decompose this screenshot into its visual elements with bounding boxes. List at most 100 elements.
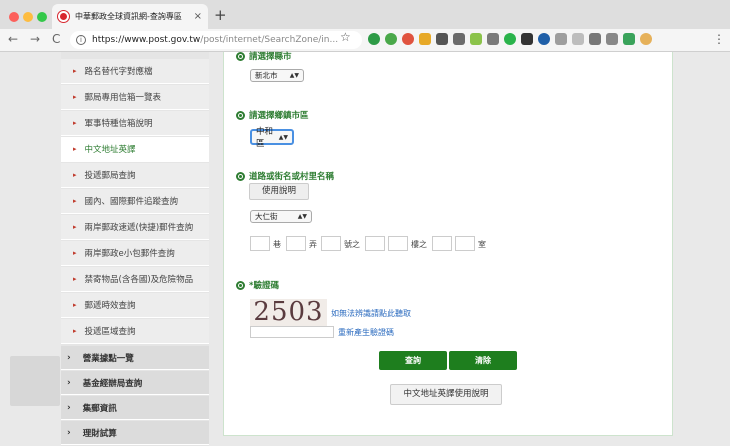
- extension-icon[interactable]: [606, 33, 618, 45]
- arrow-right-icon: ▸: [73, 223, 77, 231]
- select-caret-icon: ▲▼: [297, 213, 307, 220]
- usage-help-button[interactable]: 使用說明: [249, 183, 309, 200]
- extension-icon[interactable]: [436, 33, 448, 45]
- minimize-window-button[interactable]: [23, 12, 33, 22]
- number-label: 號之: [344, 240, 360, 249]
- captcha-heading: *驗證碼: [236, 279, 279, 291]
- clear-button[interactable]: 清除: [449, 351, 517, 370]
- sidebar-category-label: 集郵資訊: [82, 403, 117, 414]
- sidebar-item-mail-tracking[interactable]: ▸ 國內、國際郵件追蹤查詢: [61, 189, 209, 214]
- select-caret-icon: ▲▼: [278, 133, 288, 141]
- sidebar-item-po-box-list[interactable]: ▸ 郵局專用信箱一覽表: [61, 85, 209, 110]
- sidebar: ▸ 路名替代字對應檔 ▸ 郵局專用信箱一覽表 ▸ 軍事特種信箱說明 ▸ 中文地址…: [61, 52, 209, 446]
- radio-bullet-icon: [236, 171, 245, 181]
- extension-icon[interactable]: [538, 33, 550, 45]
- district-select[interactable]: 中和區 ▲▼: [250, 127, 294, 149]
- sidebar-item-delivery-office[interactable]: ▸ 投遞郵局查詢: [61, 163, 209, 188]
- extension-icon[interactable]: [589, 33, 601, 45]
- floating-accessibility-widget[interactable]: [10, 356, 60, 406]
- extension-icon[interactable]: [453, 33, 465, 45]
- radio-bullet-icon: [236, 51, 245, 61]
- floor-input[interactable]: [388, 236, 408, 251]
- radio-bullet-icon: [236, 280, 245, 290]
- city-select[interactable]: 新北市 ▲▼: [250, 69, 304, 82]
- browser-tab[interactable]: 中華郵政全球資訊網-查詢專區 ×: [52, 4, 208, 29]
- sidebar-item-delivery-area[interactable]: ▸ 投遞區域查詢: [61, 319, 209, 344]
- alley-input[interactable]: [286, 236, 306, 251]
- road-select[interactable]: 大仁街 ▲▼: [250, 210, 312, 223]
- arrow-right-icon: ▸: [73, 93, 77, 101]
- translation-guide-button[interactable]: 中文地址英譯使用說明: [390, 384, 502, 405]
- arrow-right-icon: ▸: [73, 119, 77, 127]
- extension-icon[interactable]: [623, 33, 635, 45]
- arrow-right-icon: ▸: [73, 249, 77, 257]
- sidebar-item-label: 軍事特種信箱說明: [84, 119, 153, 129]
- select-caret-icon: ▲▼: [289, 72, 299, 79]
- back-icon[interactable]: ←: [8, 32, 18, 46]
- sidebar-category-fund-offices[interactable]: › 基金經辦局查詢: [61, 371, 209, 395]
- extension-icon[interactable]: [470, 33, 482, 45]
- arrow-right-icon: ▸: [73, 301, 77, 309]
- floor-sub-input[interactable]: [432, 236, 452, 251]
- sidebar-item-address-translation[interactable]: ▸ 中文地址英譯: [61, 137, 209, 162]
- extension-icon[interactable]: [555, 33, 567, 45]
- extension-icon[interactable]: [504, 33, 516, 45]
- number-sub-input[interactable]: [365, 236, 385, 251]
- sidebar-item-label: 投遞郵局查詢: [84, 171, 136, 181]
- extension-icon[interactable]: [487, 33, 499, 45]
- search-button[interactable]: 查詢: [379, 351, 447, 370]
- sidebar-category-label: 基金經辦局查詢: [82, 378, 143, 389]
- sidebar-item-cross-strait-eparcel[interactable]: ▸ 兩岸郵政e小包郵件查詢: [61, 241, 209, 266]
- sidebar-item-label: 郵遞時效查詢: [84, 301, 136, 311]
- captcha-refresh-link[interactable]: 重新產生驗證碼: [338, 327, 394, 338]
- radio-bullet-icon: [236, 110, 245, 120]
- arrow-right-icon: ▸: [73, 171, 77, 179]
- bookmark-star-icon[interactable]: ☆: [340, 30, 351, 44]
- sidebar-item-delivery-time[interactable]: ▸ 郵遞時效查詢: [61, 293, 209, 318]
- sidebar-item-road-name-substitute[interactable]: ▸ 路名替代字對應檔: [61, 59, 209, 84]
- chevron-right-icon: ›: [67, 377, 71, 388]
- captcha-audio-link[interactable]: 如無法辨識請點此聽取: [331, 308, 411, 319]
- sidebar-item-military-mailbox[interactable]: ▸ 軍事特種信箱說明: [61, 111, 209, 136]
- sidebar-category-branches[interactable]: › 營業據點一覽: [61, 346, 209, 370]
- sidebar-item-cross-strait-express[interactable]: ▸ 兩岸郵政速遞(快捷)郵件查詢: [61, 215, 209, 240]
- arrow-right-icon: ▸: [73, 197, 77, 205]
- district-heading: 請選擇鄉鎮市區: [236, 109, 309, 121]
- room-input[interactable]: [455, 236, 475, 251]
- captcha-image: 2503: [250, 299, 327, 326]
- browser-menu-icon[interactable]: ⋮: [713, 32, 725, 46]
- captcha-input[interactable]: [250, 326, 334, 338]
- sidebar-category-finance-calculator[interactable]: › 理財試算: [61, 421, 209, 445]
- maximize-window-button[interactable]: [37, 12, 47, 22]
- number-input[interactable]: [321, 236, 341, 251]
- forward-icon[interactable]: →: [30, 32, 40, 46]
- chevron-right-icon: ›: [67, 402, 71, 413]
- sidebar-item-label: 國內、國際郵件追蹤查詢: [84, 197, 179, 207]
- new-tab-button[interactable]: +: [214, 6, 227, 24]
- arrow-right-icon: ▸: [73, 275, 77, 283]
- url-path: /post/internet/SearchZone/in...: [200, 35, 339, 45]
- url-host: https://www.post.gov.tw: [92, 35, 201, 45]
- extension-icon[interactable]: [385, 33, 397, 45]
- site-info-icon[interactable]: i: [76, 35, 86, 45]
- tab-close-icon[interactable]: ×: [194, 11, 202, 22]
- extension-icon[interactable]: [521, 33, 533, 45]
- sidebar-item-label: 兩岸郵政e小包郵件查詢: [84, 249, 175, 259]
- lane-input[interactable]: [250, 236, 270, 251]
- floor-label: 樓之: [411, 240, 427, 249]
- sidebar-category-philately[interactable]: › 集郵資訊: [61, 396, 209, 420]
- profile-avatar-icon[interactable]: [640, 33, 652, 45]
- extension-icon[interactable]: [402, 33, 414, 45]
- chevron-right-icon: ›: [67, 427, 71, 438]
- reload-icon[interactable]: C: [52, 32, 60, 46]
- address-bar[interactable]: i https://www.post.gov.tw /post/internet…: [70, 31, 362, 49]
- city-heading: 請選擇縣市: [236, 50, 292, 62]
- extension-icon[interactable]: [572, 33, 584, 45]
- close-window-button[interactable]: [9, 12, 19, 22]
- chevron-right-icon: ›: [67, 352, 71, 363]
- road-heading: 道路或街名或村里名稱: [236, 170, 334, 182]
- sidebar-item-prohibited-items[interactable]: ▸ 禁寄物品(含各國)及危險物品: [61, 267, 209, 292]
- sidebar-item-label: 投遞區域查詢: [84, 327, 136, 337]
- extension-icon[interactable]: [368, 33, 380, 45]
- extension-icon[interactable]: [419, 33, 431, 45]
